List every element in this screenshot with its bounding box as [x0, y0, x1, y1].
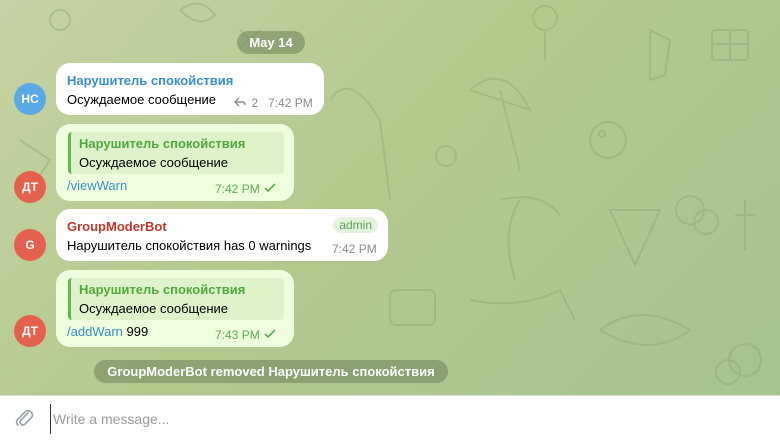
reply-text: Осуждаемое сообщение [79, 155, 229, 170]
reply-sender: Нарушитель спокойствия [79, 136, 246, 151]
message-meta: 7:43 PM [215, 328, 277, 342]
avatar[interactable]: ДТ [14, 315, 46, 347]
message-time: 7:42 PM [215, 182, 260, 196]
message-composer [0, 395, 780, 440]
sender-name[interactable]: Нарушитель спокойствия [67, 73, 233, 88]
reply-sender: Нарушитель спокойствия [79, 282, 246, 297]
message-time: 7:43 PM [215, 328, 260, 342]
message-bubble[interactable]: GroupModerBot admin Нарушитель спокойств… [56, 209, 388, 261]
service-message: GroupModerBot removed Нарушитель спокойс… [94, 360, 448, 383]
bot-command-link[interactable]: /addWarn [67, 324, 123, 339]
message-text: Осуждаемое сообщение [67, 92, 217, 107]
message-text: /viewWarn [67, 178, 127, 193]
message-bubble[interactable]: Нарушитель спокойствия Осуждаемое сообще… [56, 270, 294, 347]
read-check-icon [263, 182, 277, 196]
command-args: 999 [122, 324, 149, 339]
message-time: 7:42 PM [268, 96, 313, 110]
admin-badge: admin [333, 217, 378, 233]
message-bubble[interactable]: Нарушитель спокойствия Осуждаемое сообще… [56, 63, 324, 115]
avatar[interactable]: G [14, 229, 46, 261]
message-bubble[interactable]: Нарушитель спокойствия Осуждаемое сообще… [56, 124, 294, 201]
message-meta: 7:42 PM [215, 182, 277, 196]
message-text: Нарушитель спокойствия has 0 warnings [67, 238, 312, 253]
replies-icon[interactable] [234, 96, 248, 110]
sender-name[interactable]: GroupModerBot [67, 219, 167, 234]
message-input[interactable] [50, 404, 755, 434]
reply-quote[interactable]: Нарушитель спокойствия Осуждаемое сообще… [68, 278, 284, 320]
avatar[interactable]: ДТ [14, 171, 46, 203]
read-check-icon [263, 328, 277, 342]
message-meta: 2 7:42 PM [234, 96, 313, 110]
date-separator: May 14 [237, 31, 305, 54]
message-time: 7:42 PM [332, 242, 377, 256]
reply-count[interactable]: 2 [251, 96, 258, 110]
bot-command-link[interactable]: /viewWarn [67, 178, 127, 193]
reply-text: Осуждаемое сообщение [79, 301, 229, 316]
message-text: /addWarn 999 [67, 324, 148, 339]
paperclip-icon[interactable] [13, 407, 35, 429]
reply-quote[interactable]: Нарушитель спокойствия Осуждаемое сообще… [68, 132, 284, 174]
avatar[interactable]: НС [14, 83, 46, 115]
